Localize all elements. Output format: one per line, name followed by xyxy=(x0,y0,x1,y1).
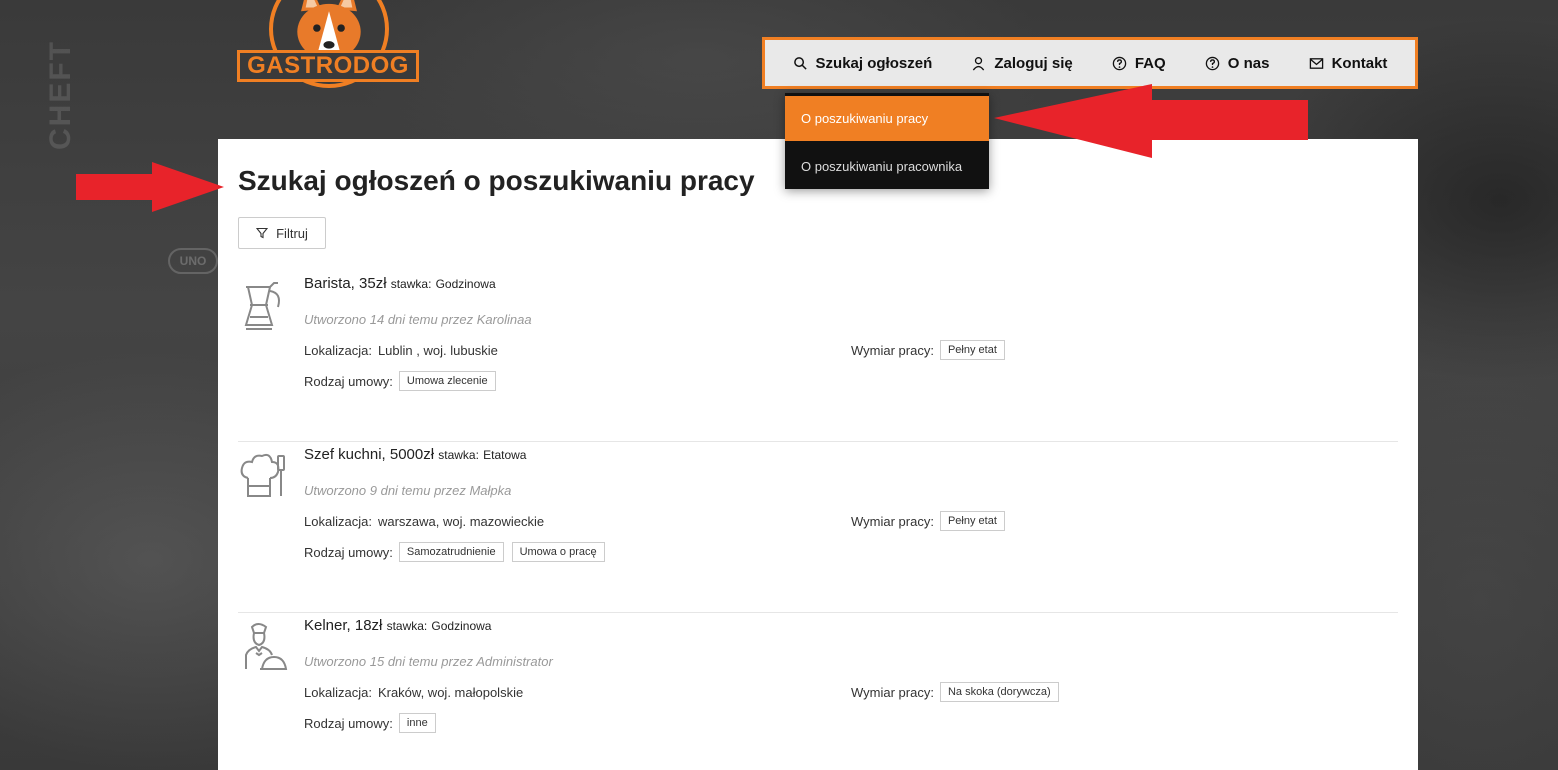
offer-title[interactable]: Barista, 35zł stawka: Godzinowa xyxy=(304,275,496,292)
nav-label: Szukaj ogłoszeń xyxy=(815,54,933,72)
offer-card[interactable]: Barista, 35zł stawka: Godzinowa Utworzon… xyxy=(238,271,1398,442)
nav-contact[interactable]: Kontakt xyxy=(1309,54,1388,72)
nav-label: Kontakt xyxy=(1331,54,1388,72)
contract-tag: Umowa zlecenie xyxy=(398,371,496,391)
chef-hat-icon xyxy=(238,448,288,504)
location-label: Lokalizacja xyxy=(304,685,369,700)
offer-title-text: Kelner, 18zł xyxy=(304,617,383,634)
label-separator: : xyxy=(930,684,934,700)
contract-tag: Umowa o pracę xyxy=(511,542,605,562)
offer-rate: Etatowa xyxy=(483,448,527,462)
question-icon xyxy=(1112,56,1127,70)
label-separator: : xyxy=(368,685,372,700)
offer-created: Utworzono 15 dni temu przez Administrato… xyxy=(304,654,553,669)
workload-label: Wymiar pracy xyxy=(851,513,931,529)
offer-card[interactable]: Szef kuchni, 5000zł stawka: Etatowa Utwo… xyxy=(238,442,1398,613)
logo-wordmark: GASTRODOG xyxy=(237,50,419,82)
background-text: CHEFT xyxy=(44,40,77,150)
offer-rate-label: stawka: xyxy=(438,448,479,462)
page-title: Szukaj ogłoszeń o poszukiwaniu pracy xyxy=(238,165,755,196)
submenu-item-employee-seeking[interactable]: O poszukiwaniu pracownika xyxy=(785,144,989,189)
workload-tag: Na skoka (dorywcza) xyxy=(939,682,1059,702)
offer-workload-row: Wymiar pracy: Pełny etat xyxy=(851,340,1005,360)
location-label: Lokalizacja xyxy=(304,514,369,529)
offer-location-row: Lokalizacja: Lublin , woj. lubuskie xyxy=(304,343,498,358)
contract-label: Rodzaj umowy xyxy=(304,715,390,731)
nav-faq[interactable]: FAQ xyxy=(1112,55,1166,72)
label-separator: : xyxy=(389,715,393,731)
site-logo[interactable]: GASTRODOG xyxy=(237,0,419,88)
label-separator: : xyxy=(368,514,372,529)
workload-label: Wymiar pracy xyxy=(851,342,931,358)
workload-tag: Pełny etat xyxy=(939,340,1005,360)
nav-label: Zaloguj się xyxy=(994,54,1073,72)
label-separator: : xyxy=(930,513,934,529)
offer-title[interactable]: Kelner, 18zł stawka: Godzinowa xyxy=(304,617,491,634)
annotation-arrow-left xyxy=(994,84,1308,158)
nav-label: O nas xyxy=(1227,54,1270,72)
question-icon xyxy=(1205,56,1220,70)
offer-workload-row: Wymiar pracy: Na skoka (dorywcza) xyxy=(851,682,1059,702)
offer-created: Utworzono 9 dni temu przez Małpka xyxy=(304,483,512,498)
offer-title-text: Barista, 35zł xyxy=(304,275,387,292)
location-label: Lokalizacja xyxy=(304,343,369,358)
annotation-arrow-right xyxy=(76,162,224,212)
label-separator: : xyxy=(389,373,393,389)
coffee-maker-icon xyxy=(238,277,288,333)
submenu-item-job-seeking[interactable]: O poszukiwaniu pracy xyxy=(785,96,989,141)
offer-workload-row: Wymiar pracy: Pełny etat xyxy=(851,511,1005,531)
offer-location: Kraków, woj. małopolskie xyxy=(377,685,524,700)
contract-tag: Samozatrudnienie xyxy=(398,542,504,562)
offer-card[interactable]: Kelner, 18zł stawka: Godzinowa Utworzono… xyxy=(238,613,1398,770)
label-separator: : xyxy=(368,343,372,358)
offer-created: Utworzono 14 dni temu przez Karolinaa xyxy=(304,312,532,327)
offer-title[interactable]: Szef kuchni, 5000zł stawka: Etatowa xyxy=(304,446,526,463)
background-oven-logo: UNO xyxy=(168,248,218,274)
filter-label: Filtruj xyxy=(276,225,308,241)
workload-tag: Pełny etat xyxy=(939,511,1005,531)
offer-location-row: Lokalizacja: Kraków, woj. małopolskie xyxy=(304,685,523,700)
nav-about[interactable]: O nas xyxy=(1205,54,1270,72)
offer-title-text: Szef kuchni, 5000zł xyxy=(304,446,435,463)
label-separator: : xyxy=(930,342,934,358)
filter-button[interactable]: Filtruj xyxy=(238,217,326,249)
mail-icon xyxy=(1309,57,1323,69)
offer-rate-label: stawka: xyxy=(386,619,428,633)
offer-contract-row: Rodzaj umowy: Samozatrudnienie Umowa o p… xyxy=(304,542,605,562)
contract-tag: inne xyxy=(398,713,436,733)
nav-search-listings[interactable]: Szukaj ogłoszeń xyxy=(793,54,933,72)
offer-rate: Godzinowa xyxy=(431,619,492,633)
label-separator: : xyxy=(389,544,393,560)
offer-location-row: Lokalizacja: warszawa, woj. mazowieckie xyxy=(304,514,544,529)
nav-login[interactable]: Zaloguj się xyxy=(971,54,1073,72)
main-panel: Szukaj ogłoszeń o poszukiwaniu pracy Fil… xyxy=(218,139,1418,770)
search-icon xyxy=(793,56,807,70)
workload-label: Wymiar pracy xyxy=(851,684,931,700)
nav-label: FAQ xyxy=(1134,54,1166,72)
user-icon xyxy=(973,56,985,70)
search-submenu: O poszukiwaniu pracy O poszukiwaniu prac… xyxy=(785,93,989,189)
contract-label: Rodzaj umowy xyxy=(304,544,390,560)
offer-rate-label: stawka: xyxy=(390,277,432,291)
offer-contract-row: Rodzaj umowy: inne xyxy=(304,713,436,733)
offer-location: warszawa, woj. mazowieckie xyxy=(377,514,545,529)
filter-icon xyxy=(256,227,269,239)
contract-label: Rodzaj umowy xyxy=(304,373,390,389)
waiter-icon xyxy=(238,619,288,675)
offer-rate: Godzinowa xyxy=(435,277,496,291)
offer-location: Lublin , woj. lubuskie xyxy=(377,343,498,358)
offer-contract-row: Rodzaj umowy: Umowa zlecenie xyxy=(304,371,496,391)
